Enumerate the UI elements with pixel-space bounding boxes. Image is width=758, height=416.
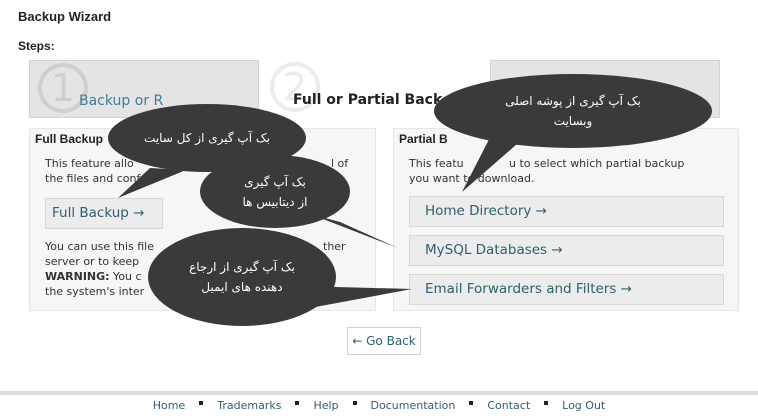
callout-tails [118, 118, 540, 308]
callout-email-line2: دهنده های ایمیل [201, 280, 283, 294]
callout-home-line2: وبسایت [553, 114, 593, 128]
callout-databases-line2: از دیتابیس ها [242, 194, 308, 209]
callout-databases: بک آپ گیری از دیتابیس ها [200, 155, 350, 228]
callout-home-directory: بک آپ گیری از پوشه اصلی وبسایت [434, 74, 712, 148]
callout-databases-line1: بک آپ گیری [244, 174, 306, 189]
callout-full-site-text: بک آپ گیری از کل سایت [144, 131, 270, 145]
callout-email-forwarders: بک آپ گیری از ارجاع دهنده های ایمیل [148, 228, 336, 326]
callout-email-line1: بک آپ گیری از ارجاع [189, 260, 295, 274]
callout-home-line1: بک آپ گیری از پوشه اصلی [505, 94, 641, 108]
callout-tail-full-site [118, 168, 186, 198]
